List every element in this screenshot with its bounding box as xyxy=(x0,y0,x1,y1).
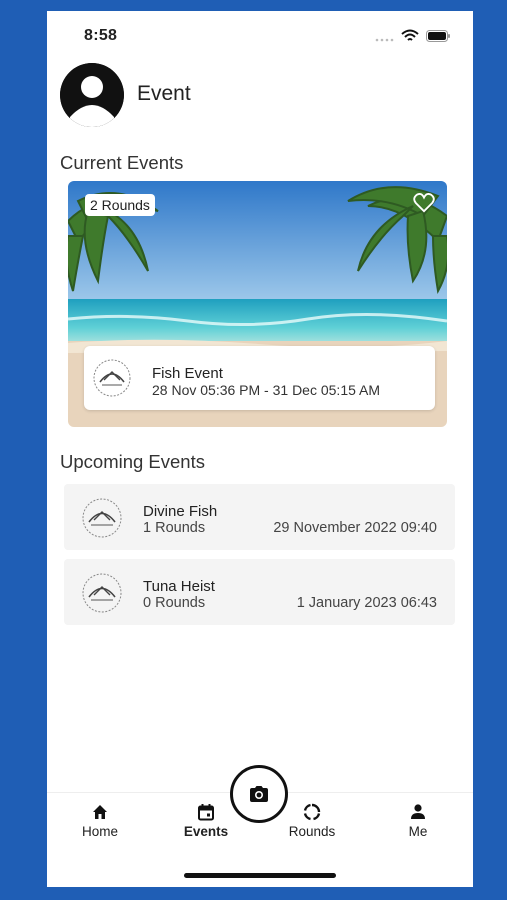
upcoming-events-title: Upcoming Events xyxy=(60,451,205,472)
tab-me[interactable]: Me xyxy=(378,803,458,839)
calendar-icon xyxy=(198,804,214,821)
camera-icon xyxy=(250,786,268,802)
heart-icon[interactable] xyxy=(413,193,435,213)
upcoming-event-item[interactable]: Tuna Heist 0 Rounds 1 January 2023 06:43 xyxy=(64,559,455,625)
user-avatar-icon[interactable] xyxy=(60,63,124,127)
tab-home[interactable]: Home xyxy=(60,803,140,839)
upcoming-event-rounds: 1 Rounds xyxy=(143,520,206,536)
battery-icon xyxy=(426,30,450,42)
tab-label: Rounds xyxy=(288,824,336,839)
club-logo-icon xyxy=(81,572,123,614)
app-screen: 8:58 Event Current Events 2 Rounds Fish … xyxy=(47,11,473,887)
home-icon xyxy=(93,805,107,819)
upcoming-event-name: Tuna Heist xyxy=(143,578,215,595)
person-icon xyxy=(411,804,425,819)
upcoming-event-rounds: 0 Rounds xyxy=(143,595,206,611)
tab-label: Events xyxy=(183,824,229,839)
club-logo-icon xyxy=(92,358,132,398)
status-time: 8:58 xyxy=(84,27,118,44)
upcoming-event-date: 1 January 2023 06:43 xyxy=(296,595,437,611)
page-header: Event xyxy=(60,63,450,127)
upcoming-event-name: Divine Fish xyxy=(143,503,218,520)
upcoming-event-date: 29 November 2022 09:40 xyxy=(273,520,437,536)
event-dates: 28 Nov 05:36 PM - 31 Dec 05:15 AM xyxy=(152,382,381,398)
current-event-info[interactable]: Fish Event 28 Nov 05:36 PM - 31 Dec 05:1… xyxy=(84,346,435,410)
home-indicator xyxy=(184,873,336,878)
tab-label: Me xyxy=(408,824,428,839)
rounds-icon xyxy=(303,803,321,821)
club-logo-icon xyxy=(81,497,123,539)
wifi-icon xyxy=(401,29,419,41)
page-title: Event xyxy=(137,82,191,105)
rounds-badge: 2 Rounds xyxy=(85,194,155,216)
upcoming-event-item[interactable]: Divine Fish 1 Rounds 29 November 2022 09… xyxy=(64,484,455,550)
camera-button[interactable] xyxy=(230,765,288,823)
current-event-card[interactable]: 2 Rounds Fish Event 28 Nov 05:36 PM - 31… xyxy=(68,181,447,427)
tab-label: Home xyxy=(81,824,118,839)
current-events-title: Current Events xyxy=(60,152,184,173)
event-name: Fish Event xyxy=(152,365,223,382)
cellular-signal-icon xyxy=(375,38,394,42)
status-bar: 8:58 xyxy=(47,11,473,59)
